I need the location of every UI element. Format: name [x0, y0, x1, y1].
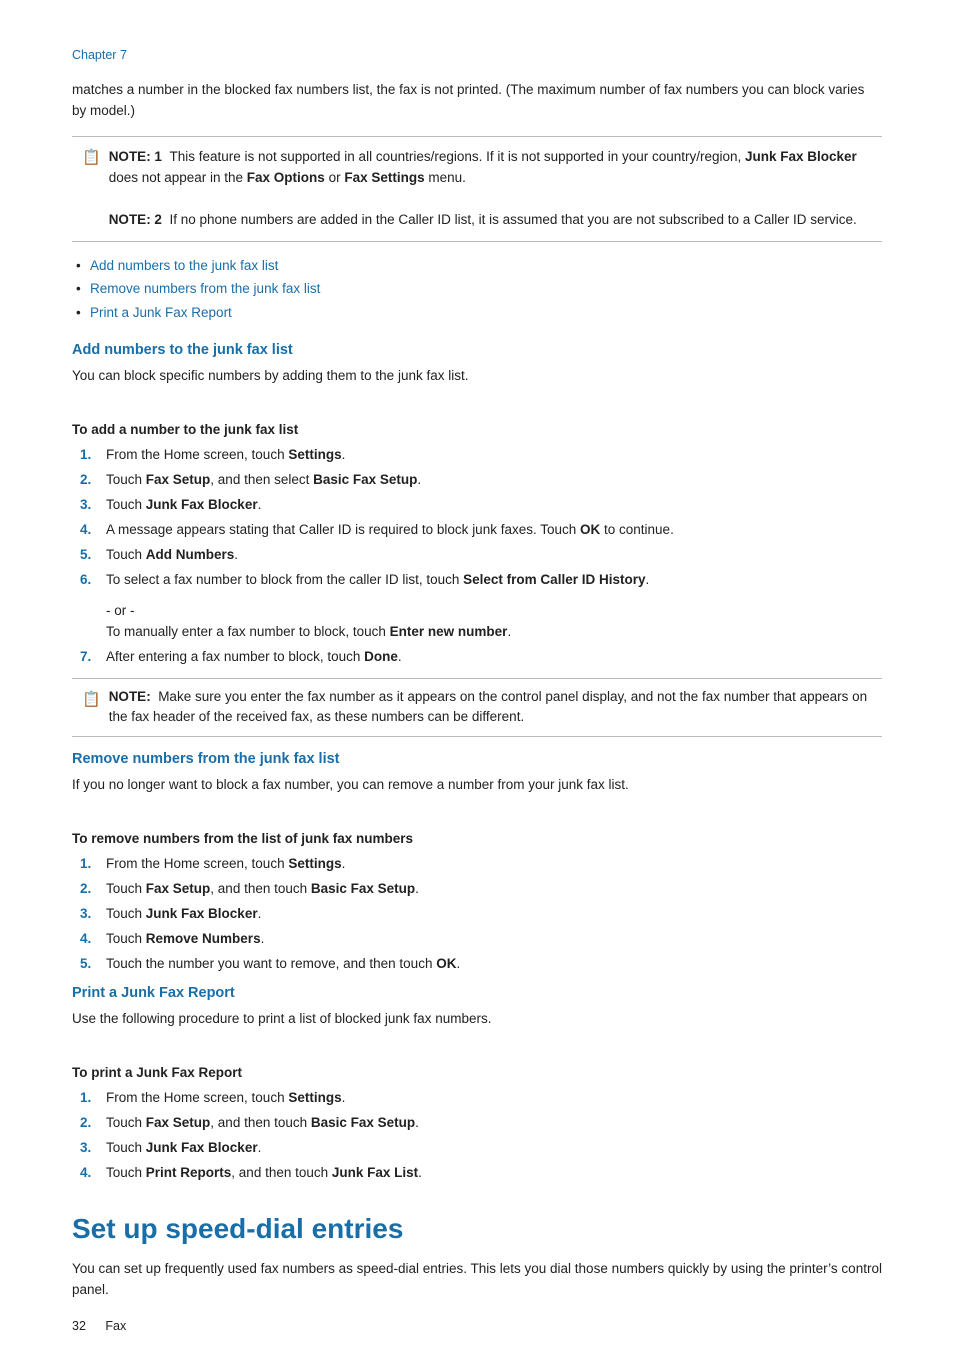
footer: 32 Fax	[72, 1319, 126, 1333]
step-add-7: 7.After entering a fax number to block, …	[72, 647, 882, 668]
subsection-heading-add: To add a number to the junk fax list	[72, 422, 882, 437]
page-number: 32	[72, 1319, 86, 1333]
chapter-label: Chapter 7	[72, 48, 882, 62]
note2-label: NOTE: 2	[109, 212, 162, 227]
step-print-4: 4.Touch Print Reports, and then touch Ju…	[72, 1163, 882, 1184]
note-icon-1: 📋	[82, 148, 101, 231]
link-print[interactable]: Print a Junk Fax Report	[90, 305, 232, 320]
or-line: - or - To manually enter a fax number to…	[72, 601, 882, 643]
step-add-2: 2.Touch Fax Setup, and then select Basic…	[72, 470, 882, 491]
note1-junk-fax-blocker: Junk Fax Blocker	[745, 149, 857, 164]
note1-fax-options: Fax Options	[247, 170, 325, 185]
section-body-print: Use the following procedure to print a l…	[72, 1009, 882, 1030]
steps-add-7: 7.After entering a fax number to block, …	[72, 647, 882, 668]
step-remove-4: 4.Touch Remove Numbers.	[72, 929, 882, 950]
subsection-heading-print: To print a Junk Fax Report	[72, 1065, 882, 1080]
note-text-add: NOTE: Make sure you enter the fax number…	[109, 687, 868, 729]
toc-link-print[interactable]: Print a Junk Fax Report	[72, 303, 882, 324]
section-heading-remove: Remove numbers from the junk fax list	[72, 751, 882, 767]
step-remove-2: 2.Touch Fax Setup, and then touch Basic …	[72, 879, 882, 900]
intro-text: matches a number in the blocked fax numb…	[72, 80, 882, 122]
section-heading-print: Print a Junk Fax Report	[72, 985, 882, 1001]
step-add-4: 4.A message appears stating that Caller …	[72, 520, 882, 541]
toc-link-remove[interactable]: Remove numbers from the junk fax list	[72, 279, 882, 300]
step-print-2: 2.Touch Fax Setup, and then touch Basic …	[72, 1113, 882, 1134]
toc-links: Add numbers to the junk fax list Remove …	[72, 256, 882, 325]
step-add-6: 6.To select a fax number to block from t…	[72, 570, 882, 591]
note-content-1: NOTE: 1 This feature is not supported in…	[109, 147, 868, 231]
section-body-add: You can block specific numbers by adding…	[72, 366, 882, 387]
section-remove: Remove numbers from the junk fax list If…	[72, 751, 882, 975]
steps-add: 1.From the Home screen, touch Settings. …	[72, 445, 882, 591]
note-inline-add: 📋 NOTE: Make sure you enter the fax numb…	[72, 678, 882, 738]
steps-remove: 1.From the Home screen, touch Settings. …	[72, 854, 882, 975]
footer-label: Fax	[105, 1319, 126, 1333]
step-remove-3: 3.Touch Junk Fax Blocker.	[72, 904, 882, 925]
step-print-3: 3.Touch Junk Fax Blocker.	[72, 1138, 882, 1159]
step-remove-1: 1.From the Home screen, touch Settings.	[72, 854, 882, 875]
section-body-remove: If you no longer want to block a fax num…	[72, 775, 882, 796]
subsection-heading-remove: To remove numbers from the list of junk …	[72, 831, 882, 846]
step-print-1: 1.From the Home screen, touch Settings.	[72, 1088, 882, 1109]
section-speed-dial: Set up speed-dial entries You can set up…	[72, 1212, 882, 1301]
link-remove[interactable]: Remove numbers from the junk fax list	[90, 281, 320, 296]
step-add-3: 3.Touch Junk Fax Blocker.	[72, 495, 882, 516]
note1-fax-settings: Fax Settings	[344, 170, 424, 185]
section-heading-add: Add numbers to the junk fax list	[72, 342, 882, 358]
big-section-heading: Set up speed-dial entries	[72, 1212, 882, 1246]
step-add-5: 5.Touch Add Numbers.	[72, 545, 882, 566]
note-icon-add: 📋	[82, 688, 101, 729]
step-remove-5: 5.Touch the number you want to remove, a…	[72, 954, 882, 975]
toc-link-add[interactable]: Add numbers to the junk fax list	[72, 256, 882, 277]
section-add: Add numbers to the junk fax list You can…	[72, 342, 882, 737]
link-add[interactable]: Add numbers to the junk fax list	[90, 258, 278, 273]
step-add-1: 1.From the Home screen, touch Settings.	[72, 445, 882, 466]
steps-print: 1.From the Home screen, touch Settings. …	[72, 1088, 882, 1184]
note-box-1: 📋 NOTE: 1 This feature is not supported …	[72, 136, 882, 242]
section-print: Print a Junk Fax Report Use the followin…	[72, 985, 882, 1184]
big-section-body: You can set up frequently used fax numbe…	[72, 1259, 882, 1301]
note1-label: NOTE: 1	[109, 149, 162, 164]
